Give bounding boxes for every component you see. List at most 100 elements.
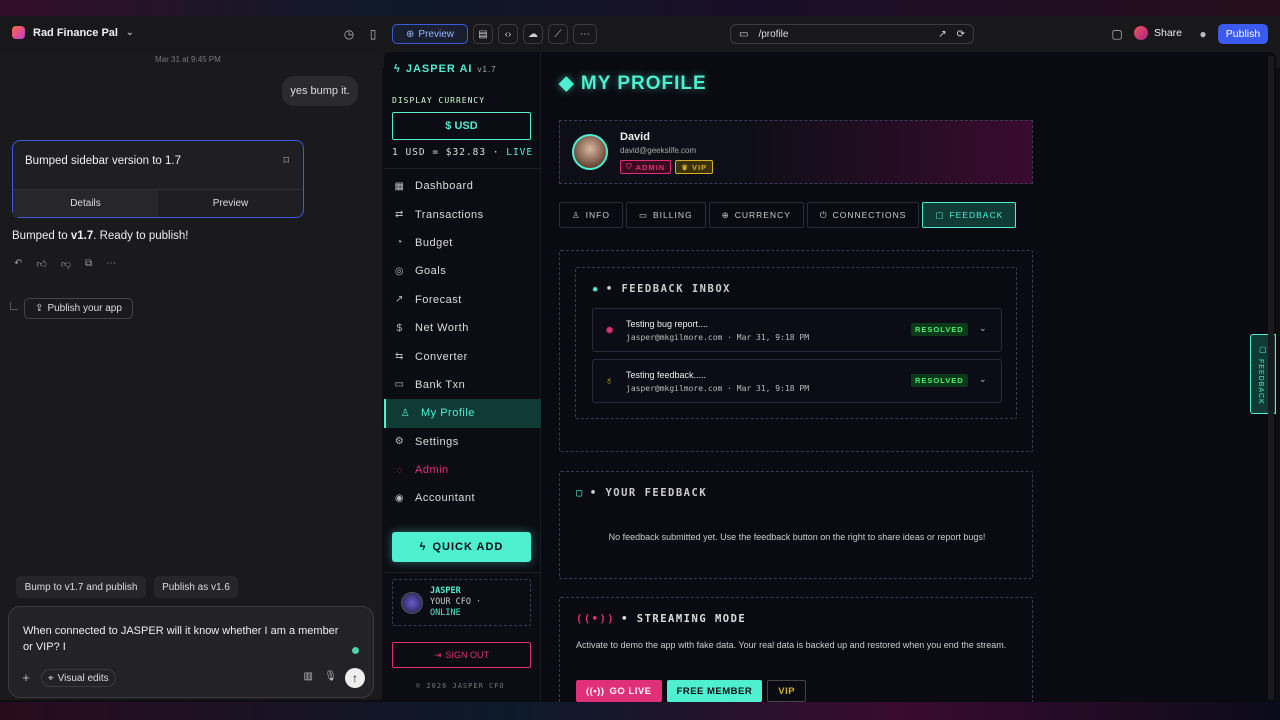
bumped-version: v1.7 [70,230,94,242]
analytics-icon[interactable]: ⟋ [548,24,568,44]
go-live-button[interactable]: ((•)) GO LIVE [576,680,662,702]
trend-icon: ↗ [395,294,404,306]
file-icon[interactable]: ▤ [473,24,493,44]
thumbs-up-icon[interactable]: 👍︎ [36,258,46,270]
list-item[interactable]: ✹ Testing bug report.... jasper@mkgilmor… [592,308,1002,352]
history-icon[interactable]: ◷ [342,27,356,41]
quick-add-button[interactable]: ϟ QUICK ADD [392,532,531,562]
lightning-icon: ϟ [419,541,427,553]
sidebar-item-label: Net Worth [415,322,469,335]
tab-connections[interactable]: ⏻ CONNECTIONS [806,202,920,228]
sidebar-item-label: Forecast [415,293,462,306]
refresh-icon[interactable]: ⟳ [957,29,965,40]
bumped-suffix: . Ready to publish! [93,230,189,242]
url-bar[interactable]: ▭ /profile ↗ ⟳ [730,24,974,44]
plug-icon: ⏻ [819,209,828,220]
sidebar-item-label: Converter [415,350,468,363]
tab-info[interactable]: ♙ INFO [559,202,623,228]
sidebar-item-label: Budget [415,236,453,249]
undo-icon[interactable]: ↶ [14,258,22,270]
cloud-icon[interactable]: ☁ [523,24,543,44]
sidebar-toggle-icon[interactable]: ▯ [366,27,380,41]
tab-feedback[interactable]: ▢ FEEDBACK [922,202,1017,228]
bank-icon: ▭ [394,379,405,391]
tab-currency[interactable]: ⊕ CURRENCY [708,202,804,228]
crown-icon: ♛ [681,162,689,172]
sidebar-item-bank-txn[interactable]: ▭ Bank Txn [384,371,541,399]
copy-icon[interactable]: ⧉ [85,258,92,270]
sidebar-item-accountant[interactable]: ◉ Accountant [384,484,541,512]
sidebar-item-budget[interactable]: ◔ Budget [384,229,541,257]
suggestion-chip[interactable]: Bump to v1.7 and publish [16,576,146,598]
map-icon[interactable]: ▥ [304,671,313,682]
sidebar-item-net-worth[interactable]: $ Net Worth [384,314,541,342]
plus-icon[interactable]: + [17,669,35,687]
chat-icon[interactable]: ▢ [1110,27,1124,41]
thread-connector [10,302,18,310]
details-tab[interactable]: Details [13,190,158,217]
sidebar-item-my-profile[interactable]: ♙ My Profile [384,399,541,428]
thumbs-down-icon[interactable]: 👎︎ [61,258,71,270]
budget-icon: ◔ [396,237,403,249]
more-icon[interactable]: ⋯ [106,258,116,270]
chevron-down-icon[interactable]: ⌄ [979,374,987,385]
upload-icon: ⇪ [35,303,44,314]
publish-button[interactable]: Publish [1218,24,1268,44]
chevron-down-icon: ⌄ [125,27,134,37]
share-button[interactable]: Share [1134,26,1182,40]
user-icon: ♙ [572,209,581,220]
send-button[interactable]: ↑ [345,668,365,688]
profile-email: david@geekslife.com [620,146,697,155]
list-item[interactable]: ♁ Testing feedback..... jasper@mkgilmore… [592,359,1002,403]
open-external-icon[interactable]: ↗ [938,29,946,40]
preview-button[interactable]: ⊕ Preview [392,24,468,44]
sign-out-button[interactable]: ⇥ SIGN OUT [392,642,531,668]
github-icon[interactable]: ● [1196,27,1210,41]
sidebar-item-goals[interactable]: ◎ Goals [384,257,541,285]
chat-input[interactable]: When connected to JASPER will it know wh… [8,606,374,698]
sidebar-item-forecast[interactable]: ↗ Forecast [384,286,541,314]
banner-strip [0,702,1280,720]
sidebar-item-settings[interactable]: ⚙ Settings [384,428,541,456]
app-preview: ϟ JASPER AI v1.7 DISPLAY CURRENCY $ USD … [384,52,1276,704]
profile-card: David david@geekslife.com ⛉ ADMIN ♛ VIP [559,120,1033,184]
code-icon[interactable]: ‹› [498,24,518,44]
vip-badge: ♛ VIP [675,160,714,174]
shield-icon: ◌ [396,464,403,476]
visual-edits-button[interactable]: ⌖ Visual edits [41,669,116,687]
visual-edits-label: Visual edits [57,672,109,684]
feedback-title: Testing feedback..... [626,370,707,380]
streaming-title: • STREAMING MODE [621,613,747,625]
dollar-icon: $ [396,322,403,334]
chat-panel: Mar 31 at 9:45 PM yes bump it. Bumped si… [0,52,382,700]
microphone-icon[interactable]: 🎙︎ [324,671,337,682]
chat-input-text[interactable]: When connected to JASPER will it know wh… [23,623,343,655]
scrollbar[interactable] [1268,56,1274,700]
logout-icon: ⇥ [433,649,442,660]
sidebar-item-admin[interactable]: ◌ Admin [384,456,541,484]
publish-your-app-button[interactable]: ⇪ Publish your app [24,298,133,319]
streaming-description: Activate to demo the app with fake data.… [576,640,1007,650]
go-live-label: GO LIVE [609,685,652,697]
gear-icon: ⚙ [394,436,405,448]
vip-badge-label: VIP [691,162,708,172]
sidebar-item-dashboard[interactable]: ▦ Dashboard [384,172,541,200]
more-icon[interactable]: ⋯ [573,24,597,44]
brand: ϟ JASPER AI v1.7 [394,63,497,75]
bookmark-icon[interactable]: ⌑ [283,154,289,167]
url-text: /profile [758,28,789,40]
sidebar-item-transactions[interactable]: ⇄ Transactions [384,200,541,228]
shield-icon: ⛉ [626,162,633,171]
chevron-down-icon[interactable]: ⌄ [979,323,987,334]
globe-icon: ⊕ [721,209,730,220]
currency-button[interactable]: $ USD [392,112,531,140]
free-member-button[interactable]: FREE MEMBER [666,680,763,702]
preview-tab[interactable]: Preview [158,190,303,217]
suggestion-chip[interactable]: Publish as v1.6 [154,576,238,598]
bumped-prefix: Bumped to [12,230,71,242]
sidebar-item-converter[interactable]: ⇆ Converter [384,342,541,370]
project-switcher[interactable]: Rad Finance Pal ⌄ [12,26,134,39]
vip-button[interactable]: VIP [767,680,807,702]
profile-tabs: ♙ INFO ▭ BILLING ⊕ CURRENCY ⏻ CONNECTIONS ▢ F… [559,202,1017,228]
tab-billing[interactable]: ▭ BILLING [625,202,706,228]
